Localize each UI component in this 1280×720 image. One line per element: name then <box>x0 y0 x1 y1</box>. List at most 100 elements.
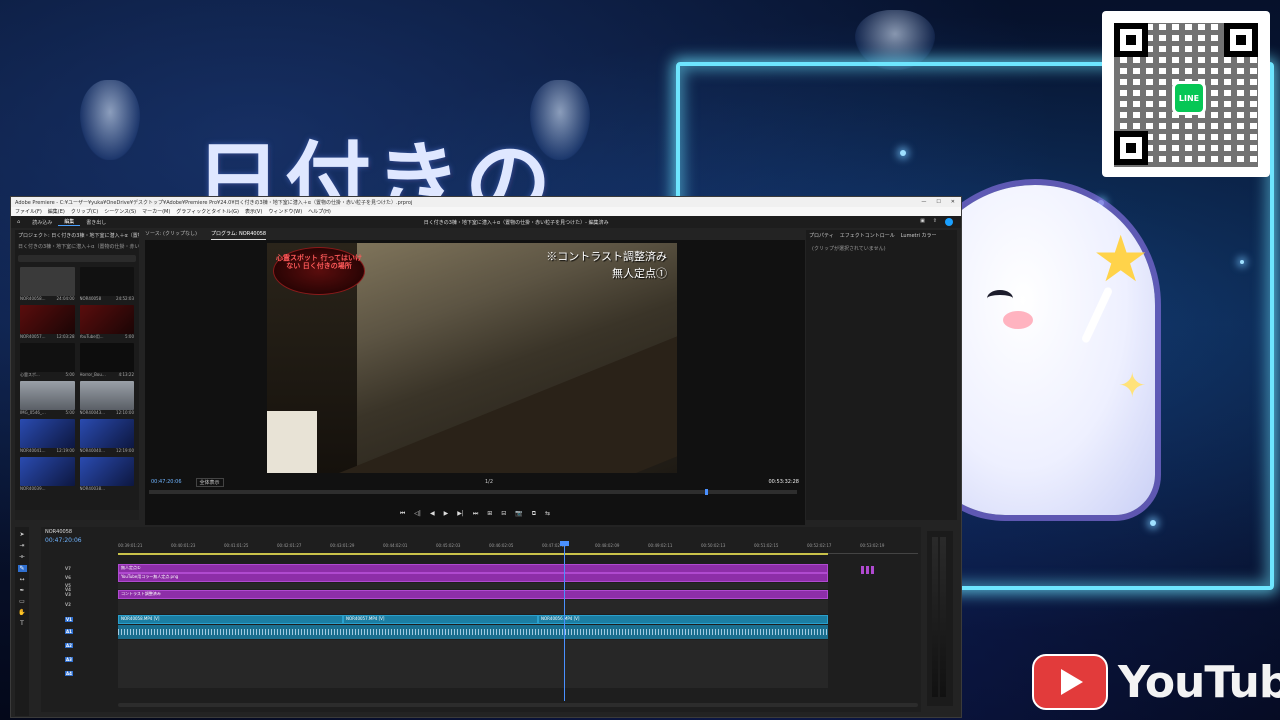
program-monitor[interactable]: 心霊スポット 行ってはいけない 日く付きの場所 ※コントラスト調整済み 無人定点… <box>145 240 805 525</box>
transport-button[interactable]: ⏮ <box>400 510 405 520</box>
video-track-header[interactable]: V3 <box>41 590 118 598</box>
transport-button[interactable]: ▶| <box>457 510 464 520</box>
transport-button[interactable]: ⊞ <box>487 510 492 520</box>
menu-graphics[interactable]: グラフィックとタイトル(G) <box>176 208 239 215</box>
tools-panel: ➤ ⇥ ⟛ ✎ ↔ ✒ ▭ ✋ T <box>15 527 29 716</box>
track-select-icon[interactable]: ⇥ <box>19 542 24 549</box>
project-item[interactable]: YouTube用... 5:00 <box>79 305 134 340</box>
project-item[interactable]: NOR40038... <box>79 457 134 492</box>
close-button[interactable]: ✕ <box>951 199 955 205</box>
transport-button[interactable]: ⊟ <box>501 510 506 520</box>
transport-button[interactable]: ⧉ <box>532 510 536 520</box>
zoom-select[interactable]: 全体表示 <box>195 477 224 487</box>
type-tool-icon[interactable]: T <box>20 620 24 627</box>
project-search-input[interactable] <box>18 255 136 262</box>
minimize-button[interactable]: — <box>921 199 926 205</box>
project-item[interactable]: NOR40043... 12:10:00 <box>79 381 134 416</box>
timeline-scrollbar[interactable] <box>118 703 918 707</box>
selection-tool-icon[interactable]: ➤ <box>19 531 24 538</box>
menu-sequence[interactable]: シーケンス(S) <box>104 208 136 215</box>
workspace-icon[interactable]: ▣ <box>920 218 925 226</box>
work-area-bar[interactable] <box>118 553 828 555</box>
menu-window[interactable]: ウィンドウ(W) <box>268 208 302 215</box>
audio-lanes <box>118 640 828 688</box>
clip-v1-c[interactable]: NOR40056.MP4 [V] <box>538 615 828 624</box>
project-item[interactable]: 心霊スポ... 5:00 <box>20 343 75 378</box>
line-qr-code[interactable]: LINE <box>1102 11 1270 177</box>
project-item[interactable]: NOR40039... <box>20 457 75 492</box>
video-track-header[interactable]: V6 <box>41 573 118 581</box>
audio-track-header[interactable]: A3 <box>41 655 118 663</box>
project-item[interactable]: NOR40058 24:52:03 <box>79 267 134 302</box>
quick-export-icon[interactable]: ⇪ <box>933 218 937 226</box>
audio-track-header[interactable]: A1 <box>41 627 118 635</box>
tab-export[interactable]: 書き出し <box>80 219 112 226</box>
transport-button[interactable]: ◁| <box>414 510 421 520</box>
clip-v1-b[interactable]: NOR40057.MP4 [V] <box>343 615 538 624</box>
track-name: A2 <box>65 642 73 648</box>
window-titlebar[interactable]: Adobe Premiere - C:¥ユーザー¥yuka¥OneDrive¥デ… <box>11 197 961 207</box>
ripple-edit-icon[interactable]: ⟛ <box>19 553 24 561</box>
project-item[interactable]: NOR40057... 12:03:28 <box>20 305 75 340</box>
transport-button[interactable]: ⇆ <box>545 510 550 520</box>
clip-v1-a[interactable]: NOR40058.MP4 [V] <box>118 615 343 624</box>
ruler-tick-label: 00:53:02:19 <box>860 543 885 548</box>
transport-button[interactable]: ▶ <box>444 510 449 520</box>
menu-edit[interactable]: 編集(E) <box>48 208 65 215</box>
monitor-scrubber[interactable] <box>149 489 797 495</box>
playhead-handle[interactable] <box>560 541 569 546</box>
clip-v3[interactable]: コントラスト調整済み <box>118 590 828 599</box>
clip-v6[interactable]: YouTube用コラー無人定点.png <box>118 573 828 582</box>
pen-tool-icon[interactable]: ✒ <box>19 587 24 594</box>
video-track-header[interactable]: V2 <box>41 600 118 608</box>
tab-effect-controls[interactable]: エフェクトコントロール <box>840 232 895 239</box>
razor-tool-icon[interactable]: ✎ <box>17 565 27 572</box>
project-item[interactable]: NOR40041... 12:19:00 <box>20 419 75 454</box>
clip-v7[interactable]: 無人定点① <box>118 564 828 573</box>
playhead[interactable] <box>564 541 565 701</box>
transport-button[interactable]: 📷 <box>515 510 522 520</box>
sequence-tab[interactable]: NOR40058 <box>41 527 921 539</box>
audio-track-header[interactable]: A4 <box>41 669 118 677</box>
tab-edit[interactable]: 編集 <box>58 218 81 226</box>
account-icon[interactable] <box>945 218 953 226</box>
transport-button[interactable]: ◀ <box>430 510 435 520</box>
tab-import[interactable]: 読み込み <box>26 219 58 226</box>
slip-tool-icon[interactable]: ↔ <box>19 576 24 583</box>
current-timecode[interactable]: 00:47:20:06 <box>145 479 182 485</box>
scrubber-playhead[interactable] <box>705 489 708 495</box>
project-tab[interactable]: プロジェクト: 日く付きの3棟・地下室に潜入＋α（置物の仕掛… <box>15 230 139 241</box>
audio-clip-a1[interactable] <box>118 625 828 639</box>
tab-program[interactable]: プログラム: NOR40058 <box>210 230 267 240</box>
timeline-panel[interactable]: NOR40058 00:47:20:06 00:39:01:21 00:40:01… <box>41 527 921 712</box>
project-item-label: NOR40040... 12:19:00 <box>79 448 135 453</box>
premiere-window[interactable]: Adobe Premiere - C:¥ユーザー¥yuka¥OneDrive¥デ… <box>10 196 962 718</box>
rectangle-tool-icon[interactable]: ▭ <box>19 598 25 605</box>
project-item-thumbnail <box>20 305 75 334</box>
menu-markers[interactable]: マーカー(M) <box>142 208 170 215</box>
audio-track-header[interactable]: A2 <box>41 641 118 649</box>
tab-lumetri[interactable]: Lumetri カラー <box>901 232 937 239</box>
ruler-tick-label: 00:48:02:09 <box>595 543 620 548</box>
project-item[interactable]: Horror_Bou... 4:13:22 <box>79 343 134 378</box>
tab-properties[interactable]: プロパティ <box>809 232 834 239</box>
maximize-button[interactable]: ☐ <box>936 199 940 205</box>
project-item[interactable]: NOR40058... 24:04:00 <box>20 267 75 302</box>
video-track-header[interactable]: V7 <box>41 564 118 572</box>
home-icon[interactable]: ⌂ <box>11 219 26 225</box>
menu-clip[interactable]: クリップ(C) <box>71 208 98 215</box>
menu-view[interactable]: 表示(V) <box>245 208 262 215</box>
menu-file[interactable]: ファイル(F) <box>15 208 42 215</box>
line-logo-icon: LINE <box>1172 81 1206 115</box>
project-item[interactable]: NOR40040... 12:19:00 <box>79 419 135 454</box>
project-item[interactable]: IMG_0546_... 5:00 <box>20 381 75 416</box>
ghost-cheek <box>1003 311 1033 329</box>
menu-help[interactable]: ヘルプ(H) <box>308 208 331 215</box>
transport-button[interactable]: ⏭ <box>473 510 478 520</box>
timeline-timecode[interactable]: 00:47:20:06 <box>45 537 82 544</box>
resolution-select[interactable]: 1/2 <box>485 479 493 485</box>
hand-tool-icon[interactable]: ✋ <box>18 609 25 616</box>
video-track-header[interactable]: V1 <box>41 615 118 623</box>
tab-source[interactable]: ソース: (クリップなし) <box>145 230 197 240</box>
audio-meter-left <box>932 537 938 697</box>
